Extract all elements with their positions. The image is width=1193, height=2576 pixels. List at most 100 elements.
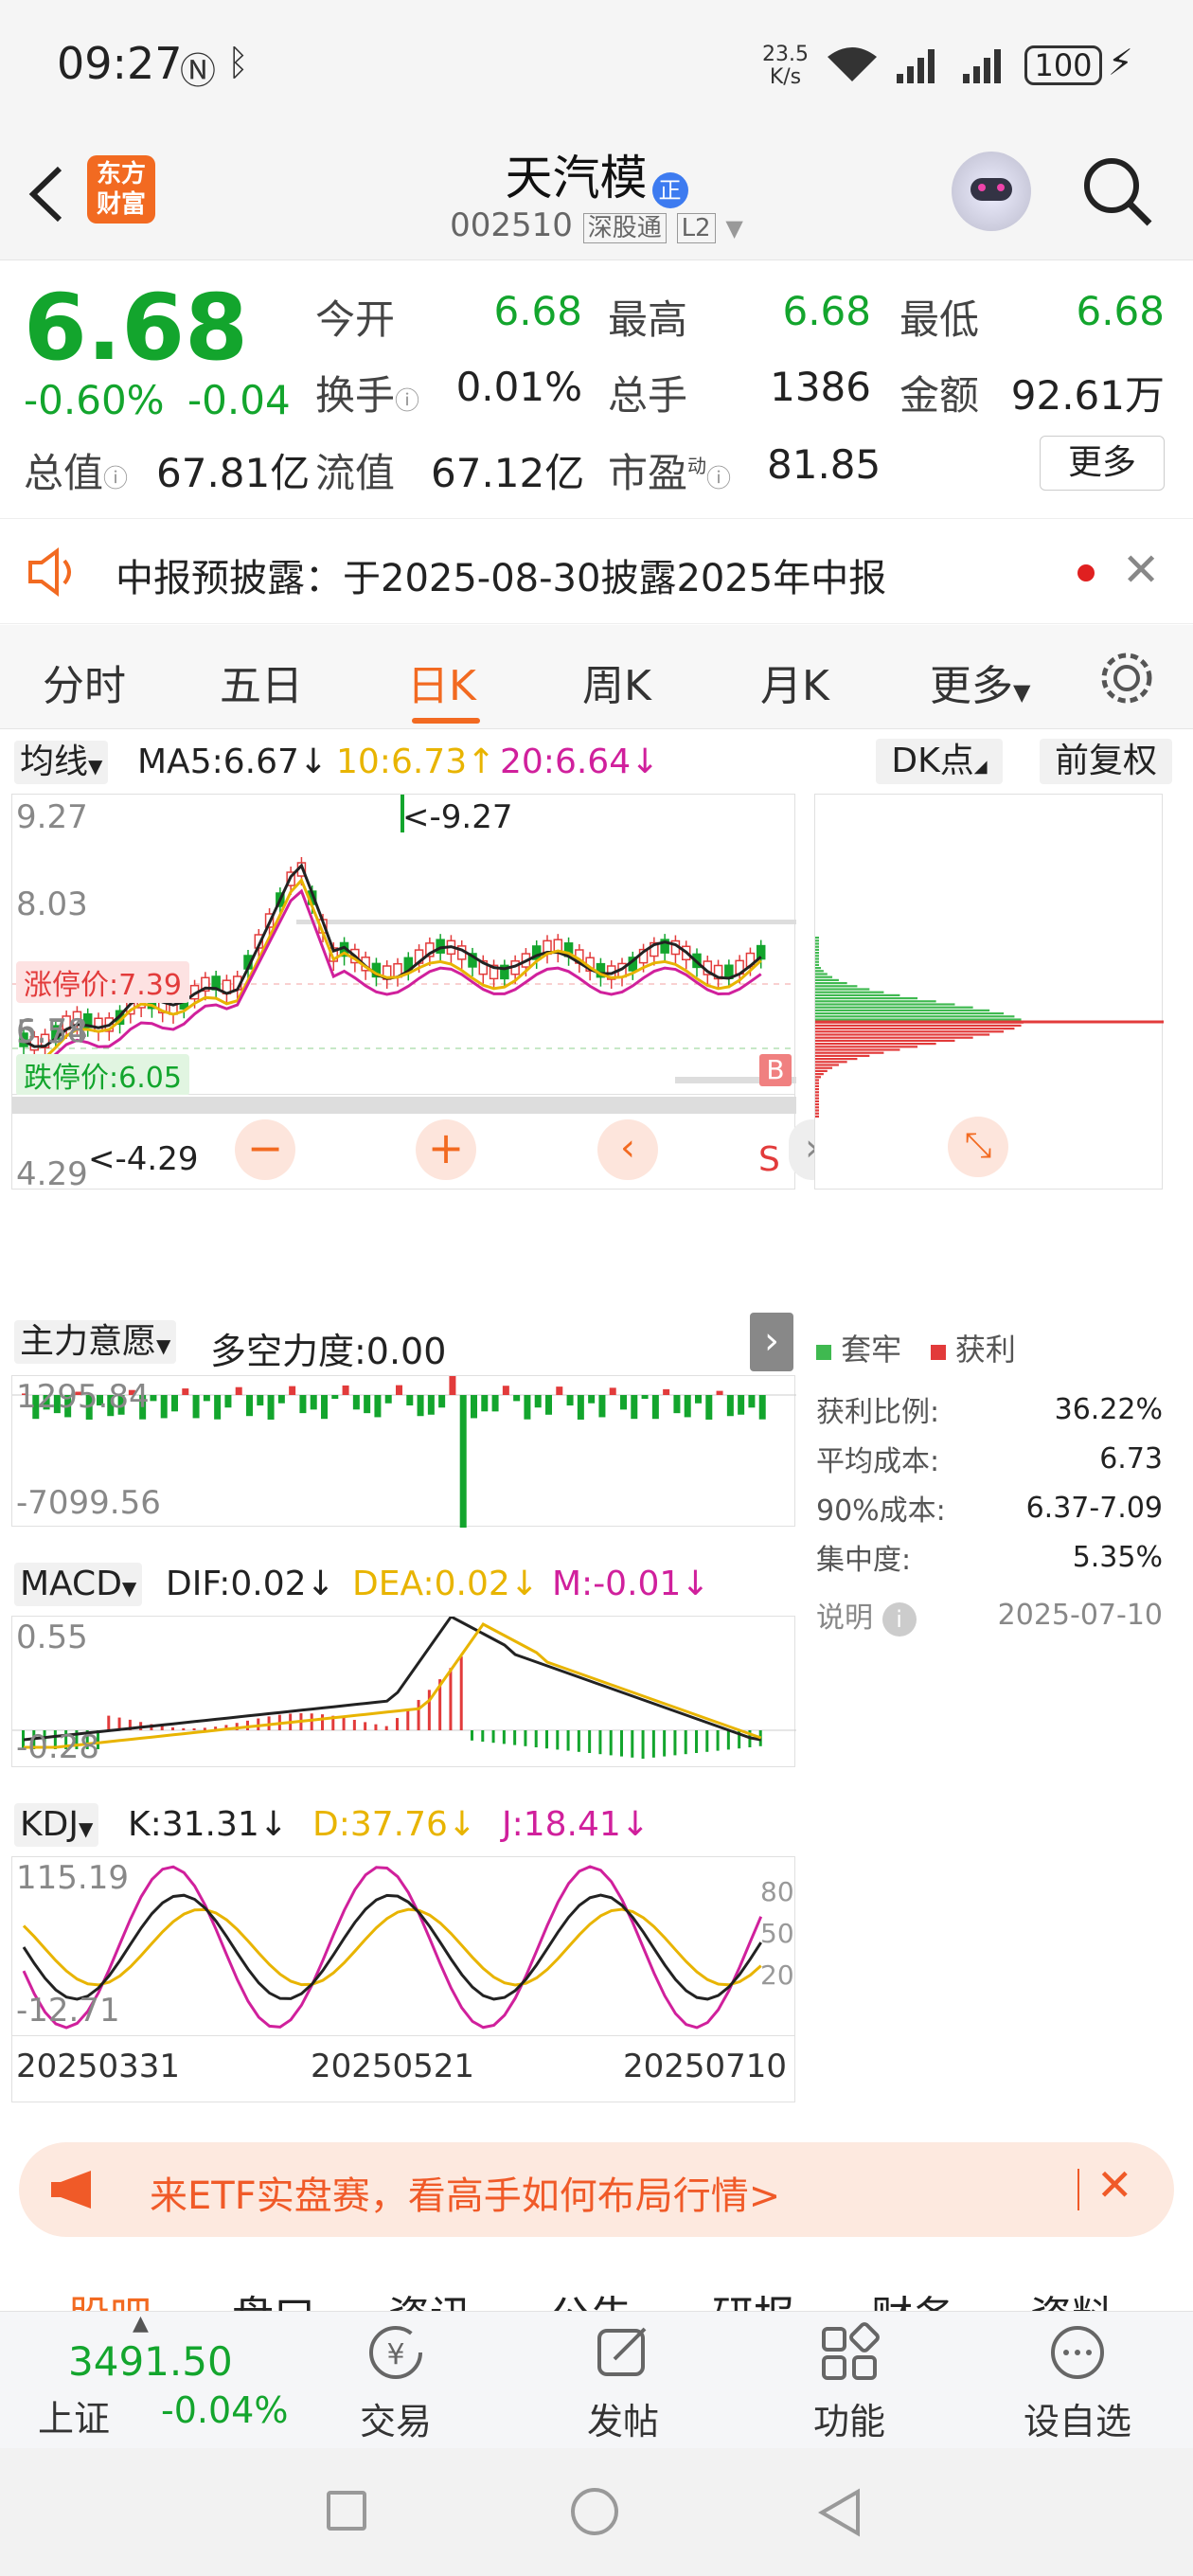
- ma-selector[interactable]: 均线▼: [14, 741, 109, 784]
- date-label: 20250331: [16, 2048, 181, 2085]
- info-icon[interactable]: ⓘ: [706, 465, 731, 493]
- scroll-left-button[interactable]: ‹: [597, 1119, 658, 1180]
- tab-five-day[interactable]: 五日: [220, 652, 303, 712]
- amount-label: 金额: [899, 372, 980, 419]
- tab-orderbook[interactable]: 盘口: [232, 2282, 315, 2311]
- volume-value: 1386: [770, 364, 871, 410]
- function-button[interactable]: 功能: [783, 2321, 916, 2444]
- zoom-in-button[interactable]: +: [416, 1119, 476, 1180]
- force-bar: [214, 1395, 222, 1420]
- kdj-ref-80: 80: [760, 1876, 794, 1907]
- kline-panel[interactable]: 9.27 8.03 6.78 <-9.27 涨停价:7.39 跌停价:6.05 …: [11, 794, 796, 1096]
- panel-toggle-button[interactable]: ›: [750, 1313, 793, 1371]
- macd-dea: DEA:0.02↓: [352, 1565, 539, 1603]
- buy-marker[interactable]: B: [759, 1054, 792, 1086]
- date-axis: 20250331 20250521 20250710: [11, 2036, 795, 2102]
- macd-bar: [631, 1730, 634, 1758]
- close-icon[interactable]: ✕: [1122, 544, 1160, 597]
- scroll-strip[interactable]: [12, 1097, 796, 1114]
- force-bar: [299, 1395, 307, 1414]
- float-value: 67.12亿: [431, 450, 585, 496]
- tab-forum[interactable]: 股吧: [68, 2282, 151, 2311]
- force-bar: [310, 1395, 317, 1410]
- zoom-out-button[interactable]: −: [235, 1119, 295, 1180]
- system-nav-bar: [0, 2448, 1193, 2576]
- settings-gear-icon[interactable]: [1098, 650, 1155, 707]
- tab-weekly-k[interactable]: 周K: [582, 652, 651, 712]
- force-panel[interactable]: 1295.84 -7099.56: [11, 1375, 796, 1528]
- tab-daily-k[interactable]: 日K: [407, 652, 476, 712]
- quote-panel: 6.68 -0.60% -0.04 今开 6.68 最高 6.68 最低 6.6…: [0, 261, 1193, 517]
- index-value[interactable]: 3491.50: [68, 2338, 233, 2385]
- chip-bar: [815, 1046, 918, 1048]
- kdj-panel[interactable]: 115.19 -12.71 80 50 20: [11, 1856, 795, 2036]
- chip-bar: [815, 948, 819, 951]
- force-bar: [150, 1395, 157, 1402]
- recents-button[interactable]: [327, 2491, 366, 2531]
- promo-banner[interactable]: 来ETF实盘赛，看高手如何布局行情> ✕: [19, 2142, 1174, 2237]
- force-bar: [524, 1395, 531, 1420]
- chip-bar: [815, 957, 819, 960]
- sell-marker[interactable]: S: [758, 1140, 780, 1179]
- macd-panel[interactable]: 0.55 -0.28: [11, 1616, 796, 1767]
- macd-selector[interactable]: MACD▼: [14, 1563, 143, 1606]
- high-label: 最高: [608, 296, 688, 343]
- kdj-selector[interactable]: KDJ▼: [14, 1803, 99, 1847]
- macd-bar: [545, 1730, 548, 1749]
- open-label: 今开: [315, 296, 396, 343]
- tab-monthly-k[interactable]: 月K: [760, 652, 829, 712]
- fullscreen-icon[interactable]: ⤡: [948, 1117, 1008, 1177]
- function-grid-icon: [822, 2322, 880, 2380]
- dropdown-icon[interactable]: ▼: [725, 215, 742, 242]
- dk-point-button[interactable]: DK点◢: [876, 739, 1003, 784]
- turnover-value: 0.01%: [455, 364, 582, 410]
- speaker-icon: [28, 547, 71, 597]
- robot-assistant-icon[interactable]: [952, 152, 1031, 231]
- macd-bar: [651, 1730, 655, 1758]
- tab-intraday[interactable]: 分时: [43, 652, 126, 712]
- macd-bar: [695, 1730, 698, 1753]
- macd-bar: [107, 1715, 111, 1730]
- tab-announcements[interactable]: 公告: [549, 2282, 632, 2311]
- chip-bar: [815, 1012, 1005, 1015]
- grid-band: [296, 920, 796, 924]
- close-icon[interactable]: ✕: [1096, 2159, 1133, 2210]
- current-price: 6.68: [24, 275, 248, 381]
- chip-bar: [815, 1058, 858, 1061]
- notice-text: 中报预披露：于2025-08-30披露2025年中报: [116, 557, 887, 600]
- macd-bar: [310, 1713, 313, 1730]
- info-icon[interactable]: ⓘ: [395, 387, 419, 416]
- signal-icon: [897, 49, 935, 83]
- force-bar: [417, 1395, 424, 1417]
- tab-research[interactable]: 研报: [712, 2282, 795, 2311]
- add-watchlist-button[interactable]: 设自选: [1011, 2321, 1144, 2444]
- index-change[interactable]: -0.04%: [161, 2389, 288, 2431]
- force-bar: [406, 1395, 414, 1406]
- search-icon[interactable]: [1079, 153, 1155, 229]
- more-button[interactable]: 更多: [1040, 436, 1165, 491]
- clock: 09:27: [57, 38, 183, 89]
- trade-button[interactable]: ¥ 交易: [329, 2321, 462, 2444]
- tab-finance[interactable]: 财务: [871, 2282, 954, 2311]
- low-value: 6.68: [1076, 288, 1165, 334]
- tab-profile[interactable]: 资料: [1030, 2282, 1113, 2311]
- tab-more[interactable]: 更多▼: [930, 652, 1030, 712]
- tab-news[interactable]: 资讯: [388, 2282, 472, 2311]
- info-icon[interactable]: ⓘ: [103, 465, 128, 493]
- post-button[interactable]: 发帖: [557, 2321, 689, 2444]
- home-button[interactable]: [571, 2488, 618, 2535]
- info-icon[interactable]: i: [881, 1601, 917, 1637]
- force-bar: [588, 1395, 596, 1404]
- force-bar: [224, 1395, 232, 1408]
- add-watchlist-icon: [1051, 2326, 1104, 2379]
- force-bar: [364, 1395, 371, 1414]
- index-name[interactable]: 上证: [38, 2389, 110, 2442]
- macd-bar: [342, 1717, 346, 1730]
- adjust-button[interactable]: 前复权: [1040, 739, 1172, 784]
- j-line: [22, 1865, 763, 2030]
- chip-bar: [815, 952, 819, 955]
- back-button[interactable]: [816, 2486, 864, 2539]
- notice-bar[interactable]: 中报预披露：于2025-08-30披露2025年中报 ✕: [0, 518, 1193, 624]
- force-selector[interactable]: 主力意愿▼: [14, 1320, 177, 1364]
- d-line: [22, 1907, 762, 1987]
